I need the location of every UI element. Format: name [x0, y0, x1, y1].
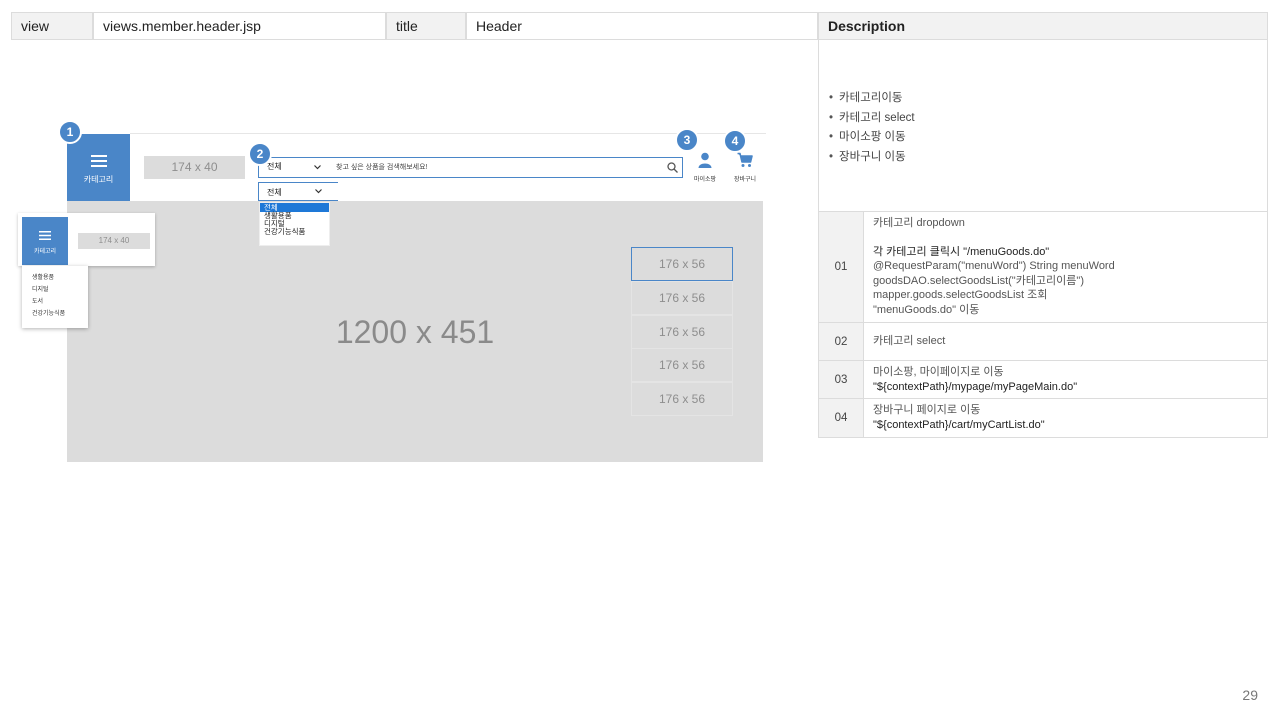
category-dropdown-menu: 생활용품 디지털 도서 건강기능식품 [22, 266, 88, 328]
side-banner[interactable]: 176 x 56 [631, 315, 733, 349]
dropdown-options: 전체 생활용품 디지털 건강기능식품 [259, 202, 330, 246]
user-icon [698, 152, 712, 168]
description-header: Description [818, 12, 1268, 40]
badge-3: 3 [675, 128, 699, 152]
row-line: "menuGoods.do" 이동 [873, 303, 980, 316]
cart-label: 장바구니 [733, 177, 757, 183]
search-input[interactable]: 찾고 싶은 상품을 검색해보세요! [336, 162, 428, 172]
search-icon[interactable] [667, 162, 678, 173]
row-line [873, 231, 1115, 245]
side-banner[interactable]: 176 x 56 [631, 348, 733, 382]
chevron-down-icon [314, 165, 321, 170]
row-line: @RequestParam("menuWord") String menuWor… [873, 260, 1115, 272]
category-open-preview: 카테고리 174 x 40 [18, 213, 155, 266]
bullet-item: 장바구니 이동 [829, 148, 915, 168]
row-number: 04 [819, 399, 864, 437]
mypage-label: 마이소팡 [693, 177, 717, 183]
description-row-04: 04 장바구니 페이지로 이동 "${contextPath}/cart/myC… [818, 399, 1268, 438]
small-category-label: 카테고리 [33, 249, 57, 255]
row-line: 카테고리 select [873, 335, 946, 348]
badge-1: 1 [58, 120, 82, 144]
view-value: views.member.header.jsp [93, 12, 386, 40]
search-bar: 전체 찾고 싶은 상품을 검색해보세요! [258, 157, 683, 178]
description-bullets: 카테고리이동 카테고리 select 마이소팡 이동 장바구니 이동 [829, 89, 915, 167]
search-category-select[interactable]: 전체 [267, 161, 282, 172]
row-line: mapper.goods.selectGoodsList 조회 [873, 289, 1048, 301]
category-label: 카테고리 [83, 175, 114, 184]
chevron-down-icon [315, 189, 322, 194]
description-row-03: 03 마이소팡, 마이페이지로 이동 "${contextPath}/mypag… [818, 361, 1268, 399]
small-logo-placeholder: 174 x 40 [78, 233, 150, 249]
row-line: 마이소팡, 마이페이지로 이동 [873, 366, 1004, 378]
category-menu-item[interactable]: 디지털 [22, 284, 88, 296]
row-number: 01 [819, 212, 864, 322]
header-top-line [130, 133, 766, 134]
title-label: title [386, 12, 466, 40]
row-line: 장바구니 페이지로 이동 [873, 404, 981, 416]
view-label: view [11, 12, 93, 40]
row-text: 장바구니 페이지로 이동 "${contextPath}/cart/myCart… [864, 399, 1054, 437]
side-banner[interactable]: 176 x 56 [631, 247, 733, 281]
description-summary: 카테고리이동 카테고리 select 마이소팡 이동 장바구니 이동 [818, 40, 1268, 212]
logo-placeholder[interactable]: 174 x 40 [144, 156, 245, 179]
row-line: 카테고리 dropdown [873, 217, 965, 229]
dropdown-value: 전체 [267, 188, 282, 197]
description-row-01: 01 카테고리 dropdown 각 카테고리 클릭시 "/menuGoods.… [818, 212, 1268, 323]
title-value: Header [466, 12, 818, 40]
row-text: 카테고리 dropdown 각 카테고리 클릭시 "/menuGoods.do"… [864, 212, 1124, 322]
mypage-button[interactable]: 마이소팡 [690, 152, 720, 184]
row-line: goodsDAO.selectGoodsList("카테고리이름") [873, 274, 1084, 287]
dropdown-option[interactable]: 건강기능식품 [260, 228, 329, 236]
category-menu-item[interactable]: 생활용품 [22, 272, 88, 284]
cart-button[interactable]: 장바구니 [728, 152, 762, 184]
row-line: "${contextPath}/mypage/myPageMain.do" [873, 380, 1078, 393]
row-number: 02 [819, 323, 864, 360]
category-dropdown[interactable]: 전체 [258, 182, 338, 201]
row-line: "${contextPath}/cart/myCartList.do" [873, 418, 1045, 431]
bullet-item: 마이소팡 이동 [829, 128, 915, 148]
side-banner[interactable]: 176 x 56 [631, 382, 733, 416]
row-line: 각 카테고리 클릭시 "/menuGoods.do" [873, 245, 1050, 258]
category-button[interactable]: 카테고리 [67, 134, 130, 201]
bullet-item: 카테고리 select [829, 109, 915, 129]
hamburger-icon [39, 231, 51, 240]
category-menu-item[interactable]: 도서 [22, 296, 88, 308]
small-category-button[interactable]: 카테고리 [22, 217, 68, 265]
hamburger-icon [91, 155, 107, 167]
bullet-item: 카테고리이동 [829, 89, 915, 109]
row-text: 마이소팡, 마이페이지로 이동 "${contextPath}/mypage/m… [864, 361, 1086, 398]
badge-4: 4 [723, 129, 747, 153]
category-menu-item[interactable]: 건강기능식품 [22, 308, 88, 320]
row-number: 03 [819, 361, 864, 398]
row-text: 카테고리 select [864, 323, 954, 360]
description-row-02: 02 카테고리 select [818, 323, 1268, 361]
cart-icon [737, 152, 753, 167]
side-banner[interactable]: 176 x 56 [631, 281, 733, 315]
page-number: 29 [1242, 687, 1258, 703]
badge-2: 2 [248, 142, 272, 166]
